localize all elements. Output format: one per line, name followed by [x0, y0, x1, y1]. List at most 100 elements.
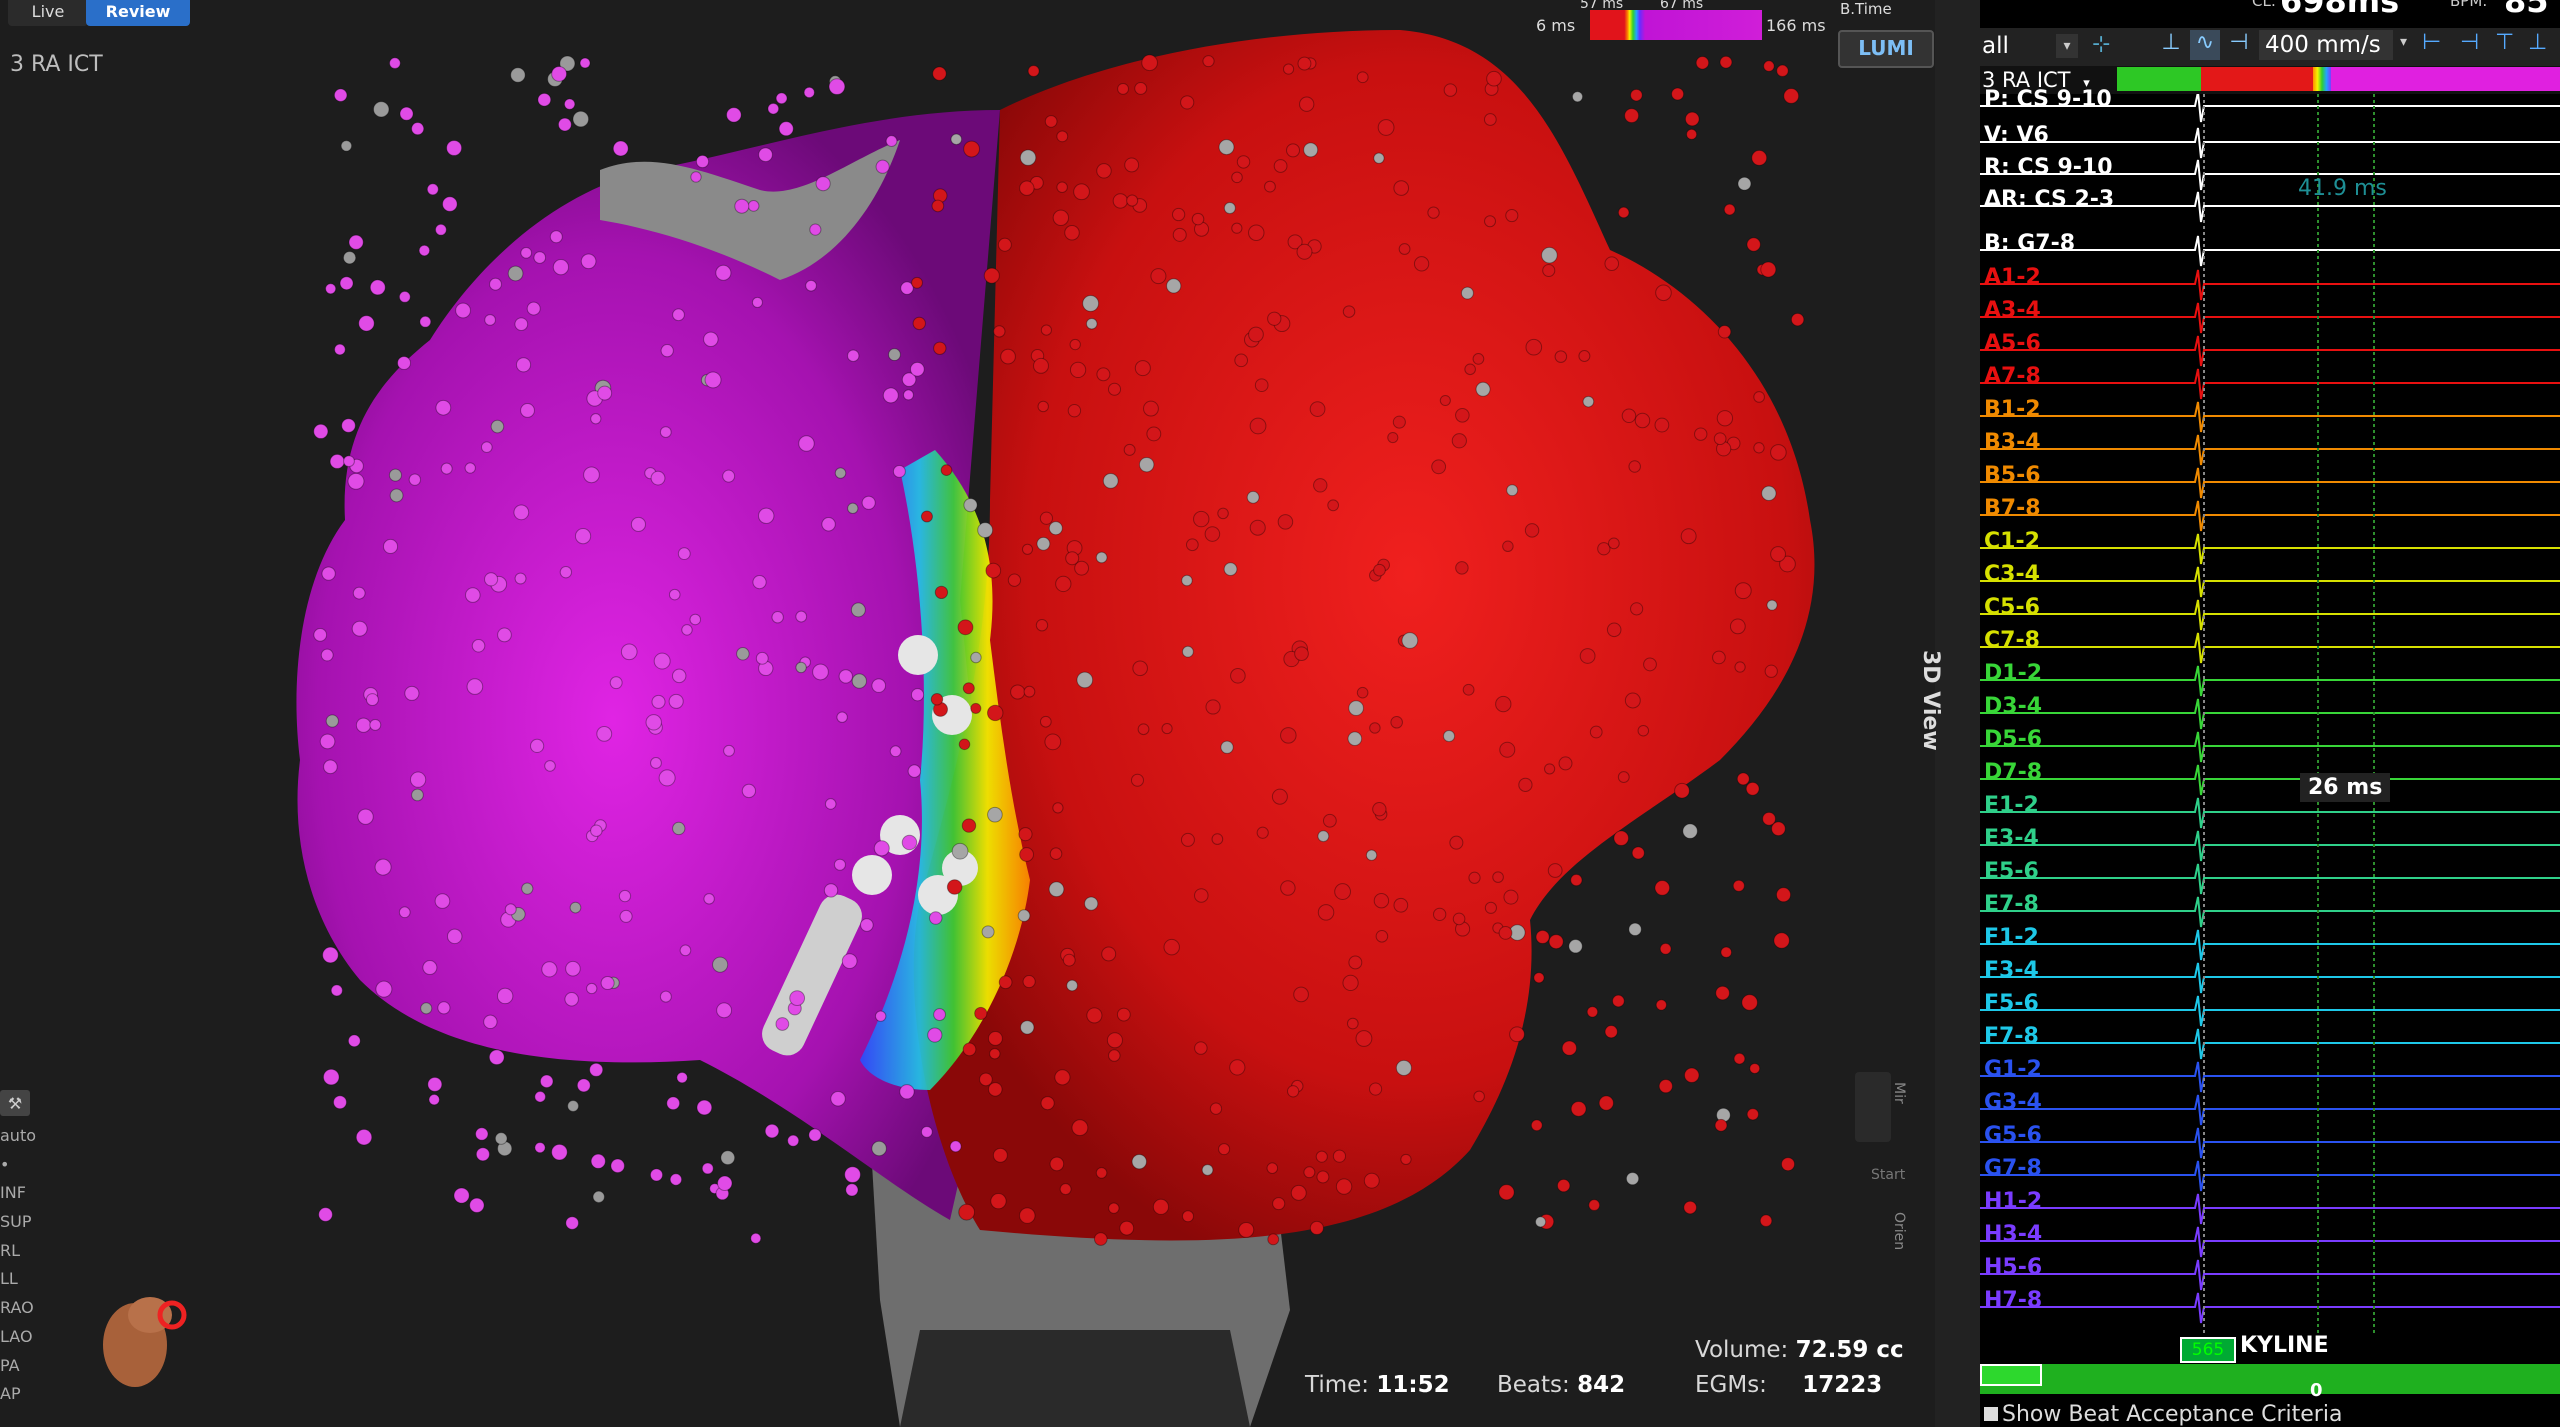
- channel-label[interactable]: F7-8: [1984, 1025, 2039, 1049]
- egm-point: [375, 980, 393, 998]
- checkbox-icon[interactable]: [1984, 1407, 1998, 1421]
- orien-label[interactable]: Orien: [1891, 1212, 1907, 1250]
- orient-rl[interactable]: RL: [0, 1237, 40, 1266]
- egm-point: [1542, 263, 1556, 278]
- channel-label[interactable]: C7-8: [1984, 629, 2040, 653]
- egm-point: [1316, 1170, 1330, 1184]
- map-mode-select[interactable]: B.Time: [1840, 0, 1932, 18]
- bpm-label: BPM:: [2450, 0, 2488, 10]
- egm-point: [489, 277, 502, 291]
- channel-label[interactable]: F1-2: [1984, 926, 2039, 950]
- channel-label[interactable]: E1-2: [1984, 794, 2039, 818]
- skyline-bar[interactable]: [1980, 1364, 2560, 1394]
- orient-auto[interactable]: auto: [0, 1122, 40, 1151]
- lat-gradient-bar[interactable]: [1590, 10, 1762, 40]
- channel-filter-select[interactable]: all: [1982, 32, 2052, 60]
- fit-icon[interactable]: ⊤: [2495, 30, 2514, 55]
- add-channel-icon[interactable]: ⊹: [2092, 32, 2110, 57]
- egm-trace: [1980, 302, 2560, 334]
- channel-label[interactable]: C3-4: [1984, 563, 2040, 587]
- channel-label[interactable]: E7-8: [1984, 893, 2039, 917]
- heart-map-3d[interactable]: [0, 0, 1935, 1427]
- start-label[interactable]: Start: [1871, 1167, 1905, 1183]
- channel-label[interactable]: A5-6: [1984, 332, 2041, 356]
- channel-label[interactable]: D1-2: [1984, 662, 2042, 686]
- egm-point: [1745, 781, 1760, 796]
- egm-point: [1442, 730, 1456, 743]
- orient-dot[interactable]: •: [0, 1151, 40, 1180]
- orient-rao[interactable]: RAO: [0, 1294, 40, 1323]
- orient-ll[interactable]: LL: [0, 1265, 40, 1294]
- zoom-out-icon[interactable]: ⊣: [2460, 30, 2479, 55]
- channel-label[interactable]: A3-4: [1984, 299, 2041, 323]
- sweep-speed-select[interactable]: 400 mm/s: [2259, 30, 2393, 60]
- channel-label[interactable]: G7-8: [1984, 1157, 2042, 1181]
- speed-chevron-icon[interactable]: ▾: [2400, 34, 2407, 50]
- egm-point: [435, 399, 452, 416]
- orient-lao[interactable]: LAO: [0, 1323, 40, 1352]
- channel-label[interactable]: H1-2: [1984, 1190, 2042, 1214]
- orientation-heart-icon[interactable]: [90, 1285, 200, 1395]
- channel-label[interactable]: B1-2: [1984, 398, 2041, 422]
- egm-point: [720, 1150, 736, 1166]
- orient-sup[interactable]: SUP: [0, 1208, 40, 1237]
- show-beat-criteria-checkbox[interactable]: Show Beat Acceptance Criteria: [1984, 1402, 2342, 1427]
- channel-label[interactable]: G5-6: [1984, 1124, 2042, 1148]
- egm-point: [1643, 657, 1657, 672]
- channel-label[interactable]: B5-6: [1984, 464, 2041, 488]
- channel-label[interactable]: D5-6: [1984, 728, 2042, 752]
- caliper-icon[interactable]: ⊥: [2156, 30, 2186, 60]
- egm-point: [716, 1002, 733, 1019]
- channel-label[interactable]: C5-6: [1984, 596, 2040, 620]
- egm-traces[interactable]: [1980, 94, 2560, 1334]
- channel-label[interactable]: C1-2: [1984, 530, 2040, 554]
- channel-label[interactable]: G3-4: [1984, 1091, 2042, 1115]
- channel-label[interactable]: R: CS 9-10: [1984, 156, 2113, 180]
- window-bar-red[interactable]: [2201, 67, 2313, 91]
- tab-review[interactable]: Review: [86, 0, 190, 26]
- tab-live[interactable]: Live: [8, 0, 88, 26]
- lumi-button[interactable]: LUMI: [1838, 30, 1934, 68]
- channel-label[interactable]: A7-8: [1984, 365, 2041, 389]
- lat-color-scale[interactable]: 57 ms 67 ms 6 ms 166 ms: [1530, 0, 1830, 46]
- skyline-window[interactable]: [1980, 1364, 2042, 1386]
- volume-value: 72.59 cc: [1795, 1337, 1904, 1363]
- egm-point: [446, 139, 463, 157]
- marker-icon[interactable]: ⊣: [2224, 30, 2254, 60]
- mir-slider[interactable]: [1855, 1072, 1891, 1142]
- window-bar-early[interactable]: [2117, 67, 2201, 91]
- channel-label[interactable]: F3-4: [1984, 959, 2039, 983]
- channel-label[interactable]: P: CS 9-10: [1984, 88, 2112, 112]
- channel-label[interactable]: ΔR: CS 2-3: [1984, 188, 2114, 212]
- channel-label[interactable]: H5-6: [1984, 1256, 2042, 1280]
- 3d-view-side-tab[interactable]: 3D View: [1918, 0, 1980, 1427]
- channel-label[interactable]: E5-6: [1984, 860, 2039, 884]
- filter-chevron-icon[interactable]: ▾: [2056, 34, 2078, 58]
- expand-icon[interactable]: ⊥: [2528, 30, 2547, 55]
- egm-panel[interactable]: CL: 698ms BPM: 85 all ▾ ⊹ ⊥ ∿ ⊣ 400 mm/s…: [1980, 0, 2560, 1427]
- orient-pa[interactable]: PA: [0, 1352, 40, 1381]
- channel-label[interactable]: B3-4: [1984, 431, 2041, 455]
- channel-label[interactable]: D7-8: [1984, 761, 2042, 785]
- orient-inf[interactable]: INF: [0, 1179, 40, 1208]
- zoom-in-icon[interactable]: ⊢: [2422, 30, 2441, 55]
- 3d-view-panel[interactable]: Live Review 3 RA ICT 57 ms 67 ms 6 ms 16…: [0, 0, 1935, 1427]
- channel-label[interactable]: H7-8: [1984, 1289, 2042, 1313]
- channel-label[interactable]: H3-4: [1984, 1223, 2042, 1247]
- channel-label[interactable]: B: G7-8: [1984, 232, 2075, 256]
- egm-point: [997, 237, 1012, 252]
- orient-ap[interactable]: AP: [0, 1380, 40, 1409]
- egm-point: [958, 1203, 976, 1221]
- window-bar-late[interactable]: [2331, 67, 2560, 91]
- channel-label[interactable]: V: V6: [1984, 124, 2049, 148]
- channel-label[interactable]: E3-4: [1984, 827, 2039, 851]
- window-bar-transition[interactable]: [2313, 67, 2331, 91]
- channel-label[interactable]: G1-2: [1984, 1058, 2042, 1082]
- tool-icon[interactable]: ⚒: [0, 1090, 30, 1116]
- waveform-icon[interactable]: ∿: [2190, 30, 2220, 60]
- channel-label[interactable]: F5-6: [1984, 992, 2039, 1016]
- channel-label[interactable]: D3-4: [1984, 695, 2042, 719]
- egm-point: [1107, 382, 1122, 396]
- channel-label[interactable]: A1-2: [1984, 266, 2041, 290]
- channel-label[interactable]: B7-8: [1984, 497, 2041, 521]
